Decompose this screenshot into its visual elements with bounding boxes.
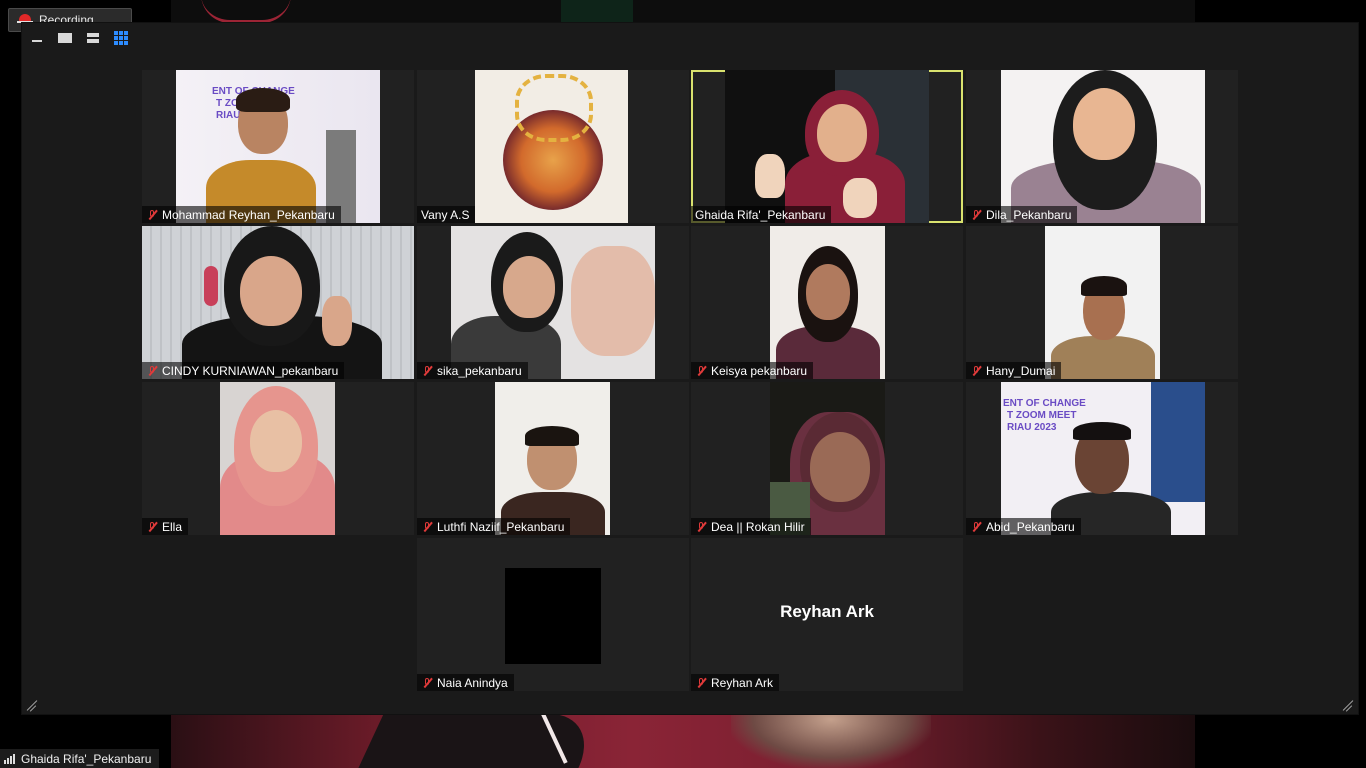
participant-nameplate: Abid_Pekanbaru — [966, 518, 1081, 535]
signal-icon — [4, 753, 15, 764]
participant-video — [725, 70, 929, 223]
mic-muted-icon — [146, 365, 158, 377]
banner-line: T ZOOM MEET — [1007, 410, 1077, 421]
mic-muted-icon — [970, 365, 982, 377]
mic-muted-icon — [421, 365, 433, 377]
participant-nameplate: sika_pekanbaru — [417, 362, 528, 379]
participant-name: Abid_Pekanbaru — [986, 519, 1075, 534]
active-speaker-video-top — [171, 0, 1195, 23]
participant-nameplate: Vany A.S — [417, 206, 476, 223]
participant-nameplate: Dea || Rokan Hilir — [691, 518, 811, 535]
participant-tile[interactable]: Reyhan Ark Reyhan Ark — [691, 538, 963, 691]
participant-nameplate: Ghaida Rifa'_Pekanbaru — [691, 206, 832, 223]
participant-tile[interactable]: Dea || Rokan Hilir — [691, 382, 963, 535]
mic-muted-icon — [146, 209, 158, 221]
participant-nameplate: Naia Anindya — [417, 674, 514, 691]
participant-nameplate: Mohammad Reyhan_Pekanbaru — [142, 206, 341, 223]
participant-tile[interactable]: sika_pekanbaru — [417, 226, 689, 379]
participant-video — [142, 226, 414, 379]
mic-muted-icon — [695, 677, 707, 689]
participant-video — [770, 226, 885, 379]
participant-name: Ghaida Rifa'_Pekanbaru — [695, 207, 826, 222]
participant-tile[interactable]: Ella — [142, 382, 414, 535]
participant-tile[interactable]: Vany A.S — [417, 70, 689, 223]
participant-nameplate: Ella — [142, 518, 189, 535]
participant-name: Keisya pekanbaru — [711, 363, 808, 378]
active-speaker-video-bottom — [171, 713, 1195, 768]
participant-video — [770, 382, 885, 535]
participant-tile[interactable]: Luthfi Naziif_Pekanbaru — [417, 382, 689, 535]
participant-name: Dea || Rokan Hilir — [711, 519, 805, 534]
gallery-view-window: ENT OF CHANGE T ZOOM MEET RIAU 2023 Moha… — [22, 23, 1358, 714]
mic-muted-icon — [146, 521, 158, 533]
participant-nameplate: Dila_Pekanbaru — [966, 206, 1078, 223]
video-off-name: Reyhan Ark — [780, 602, 874, 621]
participant-tile[interactable]: Hany_Dumai — [966, 226, 1238, 379]
mic-muted-icon — [970, 521, 982, 533]
resize-icon[interactable] — [26, 699, 38, 711]
participant-name: Hany_Dumai — [986, 363, 1056, 378]
participant-video — [1045, 226, 1160, 379]
participant-nameplate: Keisya pekanbaru — [691, 362, 814, 379]
participant-video — [220, 382, 335, 535]
mic-muted-icon — [695, 521, 707, 533]
participant-tile[interactable]: Dila_Pekanbaru — [966, 70, 1238, 223]
participant-video-black — [505, 568, 601, 664]
participant-tile[interactable]: CINDY KURNIAWAN_pekanbaru — [142, 226, 414, 379]
active-speaker-name: Ghaida Rifa'_Pekanbaru — [21, 751, 152, 766]
active-speaker-label: Ghaida Rifa'_Pekanbaru — [0, 749, 160, 768]
participant-name: Vany A.S — [421, 207, 470, 222]
strip-view-icon[interactable] — [84, 29, 102, 47]
participant-nameplate: Luthfi Naziif_Pekanbaru — [417, 518, 571, 535]
mic-muted-icon — [970, 209, 982, 221]
participant-tile[interactable]: Keisya pekanbaru — [691, 226, 963, 379]
participant-name: Reyhan Ark — [711, 675, 774, 690]
participant-nameplate: Reyhan Ark — [691, 674, 780, 691]
mic-muted-icon — [421, 521, 433, 533]
participant-video — [475, 70, 628, 223]
gallery-view-icon[interactable] — [112, 29, 130, 47]
participant-tile[interactable]: Naia Anindya — [417, 538, 689, 691]
resize-icon[interactable] — [1342, 699, 1354, 711]
participant-nameplate: Hany_Dumai — [966, 362, 1062, 379]
participant-name: CINDY KURNIAWAN_pekanbaru — [162, 363, 339, 378]
speaker-view-icon[interactable] — [56, 29, 74, 47]
participant-tile[interactable]: ENT OF CHANGE T ZOOM MEET RIAU 2023 Moha… — [142, 70, 414, 223]
participant-video — [495, 382, 610, 535]
mic-muted-icon — [421, 677, 433, 689]
minimize-icon[interactable] — [28, 29, 46, 47]
banner-line: ENT OF CHANGE — [1003, 398, 1086, 409]
participant-name: Dila_Pekanbaru — [986, 207, 1072, 222]
participant-video — [1001, 70, 1205, 223]
participant-tile-active-speaker[interactable]: Ghaida Rifa'_Pekanbaru — [691, 70, 963, 223]
participant-name: sika_pekanbaru — [437, 363, 522, 378]
participant-video: ENT OF CHANGE T ZOOM MEET RIAU 2023 — [176, 70, 380, 223]
participant-video — [451, 226, 655, 379]
participant-name: Ella — [162, 519, 183, 534]
mic-muted-icon — [695, 365, 707, 377]
participant-name: Mohammad Reyhan_Pekanbaru — [162, 207, 335, 222]
participant-name: Naia Anindya — [437, 675, 508, 690]
participant-name: Luthfi Naziif_Pekanbaru — [437, 519, 565, 534]
participant-nameplate: CINDY KURNIAWAN_pekanbaru — [142, 362, 345, 379]
banner-line: RIAU 2023 — [1007, 422, 1057, 433]
participant-video: ENT OF CHANGE T ZOOM MEET RIAU 2023 — [1001, 382, 1205, 535]
participant-tile[interactable]: ENT OF CHANGE T ZOOM MEET RIAU 2023 Abid… — [966, 382, 1238, 535]
view-toolbar — [28, 28, 130, 48]
